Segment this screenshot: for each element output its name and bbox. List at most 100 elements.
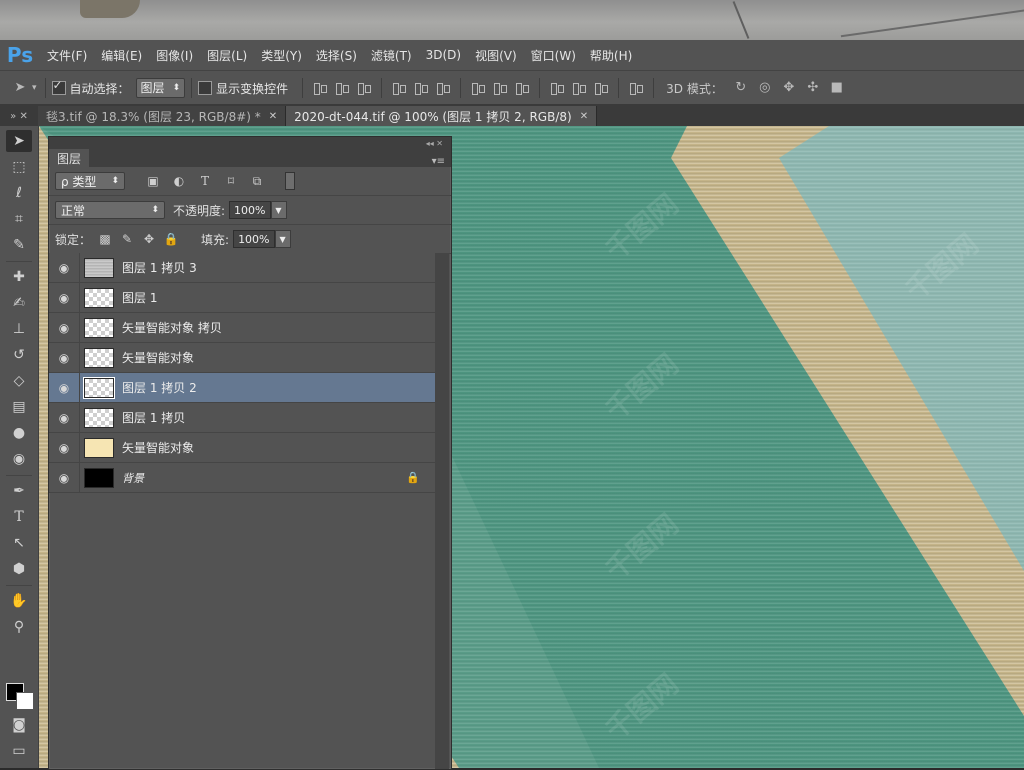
- distribute-top-icon[interactable]: [470, 80, 486, 96]
- smart-object-filter-icon[interactable]: ⧉: [247, 173, 267, 189]
- lock-position-icon[interactable]: ✥: [141, 231, 157, 247]
- menu-type[interactable]: 类型(Y): [254, 47, 309, 64]
- auto-align-icon[interactable]: [628, 80, 644, 96]
- layer-thumbnail[interactable]: [84, 437, 114, 458]
- tab-document-2[interactable]: 2020-dt-044.tif @ 100% (图层 1 拷贝 2, RGB/8…: [286, 106, 598, 126]
- layer-row[interactable]: ◉ 矢量智能对象 拷贝: [49, 313, 435, 343]
- layer-row[interactable]: ◉ 矢量智能对象: [49, 433, 435, 463]
- align-top-icon[interactable]: [312, 80, 328, 96]
- layer-name[interactable]: 图层 1 拷贝 2: [122, 379, 435, 396]
- align-bottom-icon[interactable]: [356, 80, 372, 96]
- type-icon[interactable]: T: [6, 506, 32, 528]
- close-icon[interactable]: ✕: [269, 111, 277, 122]
- dodge-icon[interactable]: ◉: [6, 448, 32, 470]
- fill-input[interactable]: 100%: [233, 230, 275, 248]
- layer-row[interactable]: ◉ 图层 1 拷贝 3: [49, 253, 435, 283]
- filter-toggle[interactable]: [285, 172, 295, 190]
- layer-name[interactable]: 图层 1 拷贝 3: [122, 259, 435, 276]
- move-tool-icon[interactable]: ➤: [11, 80, 29, 96]
- layer-row[interactable]: ◉ 矢量智能对象: [49, 343, 435, 373]
- history-brush-icon[interactable]: ↺: [6, 344, 32, 366]
- hand-icon[interactable]: ✋: [6, 590, 32, 612]
- layer-name[interactable]: 矢量智能对象: [122, 439, 435, 456]
- zoom-icon[interactable]: ⚲: [6, 616, 32, 638]
- layer-name[interactable]: 背景: [122, 470, 403, 486]
- opacity-input[interactable]: 100%: [229, 201, 271, 219]
- quick-mask-icon[interactable]: ◙: [6, 714, 32, 736]
- 3d-rotate-icon[interactable]: ↻: [732, 80, 750, 96]
- visibility-eye-icon[interactable]: ◉: [49, 471, 79, 485]
- healing-icon[interactable]: ✚: [6, 266, 32, 288]
- pixel-filter-icon[interactable]: ▣: [143, 173, 163, 189]
- opacity-slider-button[interactable]: ▼: [270, 201, 287, 219]
- visibility-eye-icon[interactable]: ◉: [49, 321, 79, 335]
- eyedropper-icon[interactable]: ✎: [6, 234, 32, 256]
- align-vcenter-icon[interactable]: [334, 80, 350, 96]
- crop-icon[interactable]: ⌗: [6, 208, 32, 230]
- visibility-eye-icon[interactable]: ◉: [49, 351, 79, 365]
- gradient-icon[interactable]: ▤: [6, 396, 32, 418]
- lock-transparent-icon[interactable]: ▩: [97, 231, 113, 247]
- type-filter-icon[interactable]: T: [195, 173, 215, 189]
- blend-mode-dropdown[interactable]: 正常 ⬍: [55, 201, 165, 219]
- visibility-eye-icon[interactable]: ◉: [49, 381, 79, 395]
- shape-filter-icon[interactable]: ⌑: [221, 173, 241, 189]
- layer-thumbnail[interactable]: [84, 317, 114, 338]
- 3d-scale-icon[interactable]: ■: [828, 80, 846, 96]
- menu-window[interactable]: 窗口(W): [524, 47, 583, 64]
- distribute-bottom-icon[interactable]: [514, 80, 530, 96]
- panel-collapse-bar[interactable]: ◂◂ ✕: [49, 137, 451, 149]
- 3d-slide-icon[interactable]: ✣: [804, 80, 822, 96]
- lasso-icon[interactable]: ℓ: [6, 182, 32, 204]
- auto-select-checkbox[interactable]: [51, 78, 66, 95]
- menu-image[interactable]: 图像(I): [149, 47, 200, 64]
- layer-name[interactable]: 图层 1: [122, 289, 435, 306]
- fill-slider-button[interactable]: ▼: [274, 230, 291, 248]
- menu-filter[interactable]: 滤镜(T): [364, 47, 419, 64]
- distribute-hcenter-icon[interactable]: [571, 80, 587, 96]
- layer-name[interactable]: 矢量智能对象 拷贝: [122, 319, 435, 336]
- move-icon[interactable]: ➤: [6, 130, 32, 152]
- blur-icon[interactable]: ●: [6, 422, 32, 444]
- menu-select[interactable]: 选择(S): [309, 47, 364, 64]
- layer-row[interactable]: ◉ 图层 1 拷贝 2: [49, 373, 435, 403]
- layer-thumbnail[interactable]: [84, 347, 114, 368]
- layer-name[interactable]: 图层 1 拷贝: [122, 409, 435, 426]
- screen-mode-icon[interactable]: ▭: [6, 740, 32, 762]
- tab-document-1[interactable]: 毯3.tif @ 18.3% (图层 23, RGB/8#) * ✕: [38, 106, 287, 126]
- path-select-icon[interactable]: ↖: [6, 532, 32, 554]
- align-left-icon[interactable]: [391, 80, 407, 96]
- tabs-overflow-icon[interactable]: » ✕: [0, 106, 38, 126]
- visibility-eye-icon[interactable]: ◉: [49, 261, 79, 275]
- menu-3d[interactable]: 3D(D): [419, 48, 468, 62]
- menu-view[interactable]: 视图(V): [468, 47, 524, 64]
- pen-icon[interactable]: ✒: [6, 480, 32, 502]
- menu-file[interactable]: 文件(F): [40, 47, 94, 64]
- brush-icon[interactable]: ✍: [6, 292, 32, 314]
- show-transform-checkbox[interactable]: [198, 81, 213, 95]
- distribute-left-icon[interactable]: [549, 80, 565, 96]
- layer-thumbnail[interactable]: [84, 257, 114, 278]
- visibility-eye-icon[interactable]: ◉: [49, 441, 79, 455]
- layer-thumbnail[interactable]: [84, 467, 114, 488]
- layer-thumbnail[interactable]: [83, 376, 115, 399]
- lock-all-icon[interactable]: 🔒: [163, 231, 179, 247]
- layer-thumbnail[interactable]: [84, 287, 114, 308]
- close-icon[interactable]: ✕: [580, 111, 588, 122]
- eraser-icon[interactable]: ◇: [6, 370, 32, 392]
- lock-pixels-icon[interactable]: ✎: [119, 231, 135, 247]
- background-color-swatch[interactable]: [16, 692, 34, 710]
- filter-kind-dropdown[interactable]: ρ 类型 ⬍: [55, 172, 125, 190]
- menu-help[interactable]: 帮助(H): [583, 47, 639, 64]
- layer-row[interactable]: ◉ 背景 🔒: [49, 463, 435, 493]
- layers-scrollbar[interactable]: [435, 253, 449, 769]
- distribute-right-icon[interactable]: [593, 80, 609, 96]
- distribute-vcenter-icon[interactable]: [492, 80, 508, 96]
- stamp-icon[interactable]: ⊥: [6, 318, 32, 340]
- align-hcenter-icon[interactable]: [413, 80, 429, 96]
- layer-row[interactable]: ◉ 图层 1 拷贝: [49, 403, 435, 433]
- tab-layers[interactable]: 图层: [49, 149, 90, 167]
- layer-thumbnail[interactable]: [84, 407, 114, 428]
- 3d-roll-icon[interactable]: ◎: [756, 80, 774, 96]
- align-right-icon[interactable]: [435, 80, 451, 96]
